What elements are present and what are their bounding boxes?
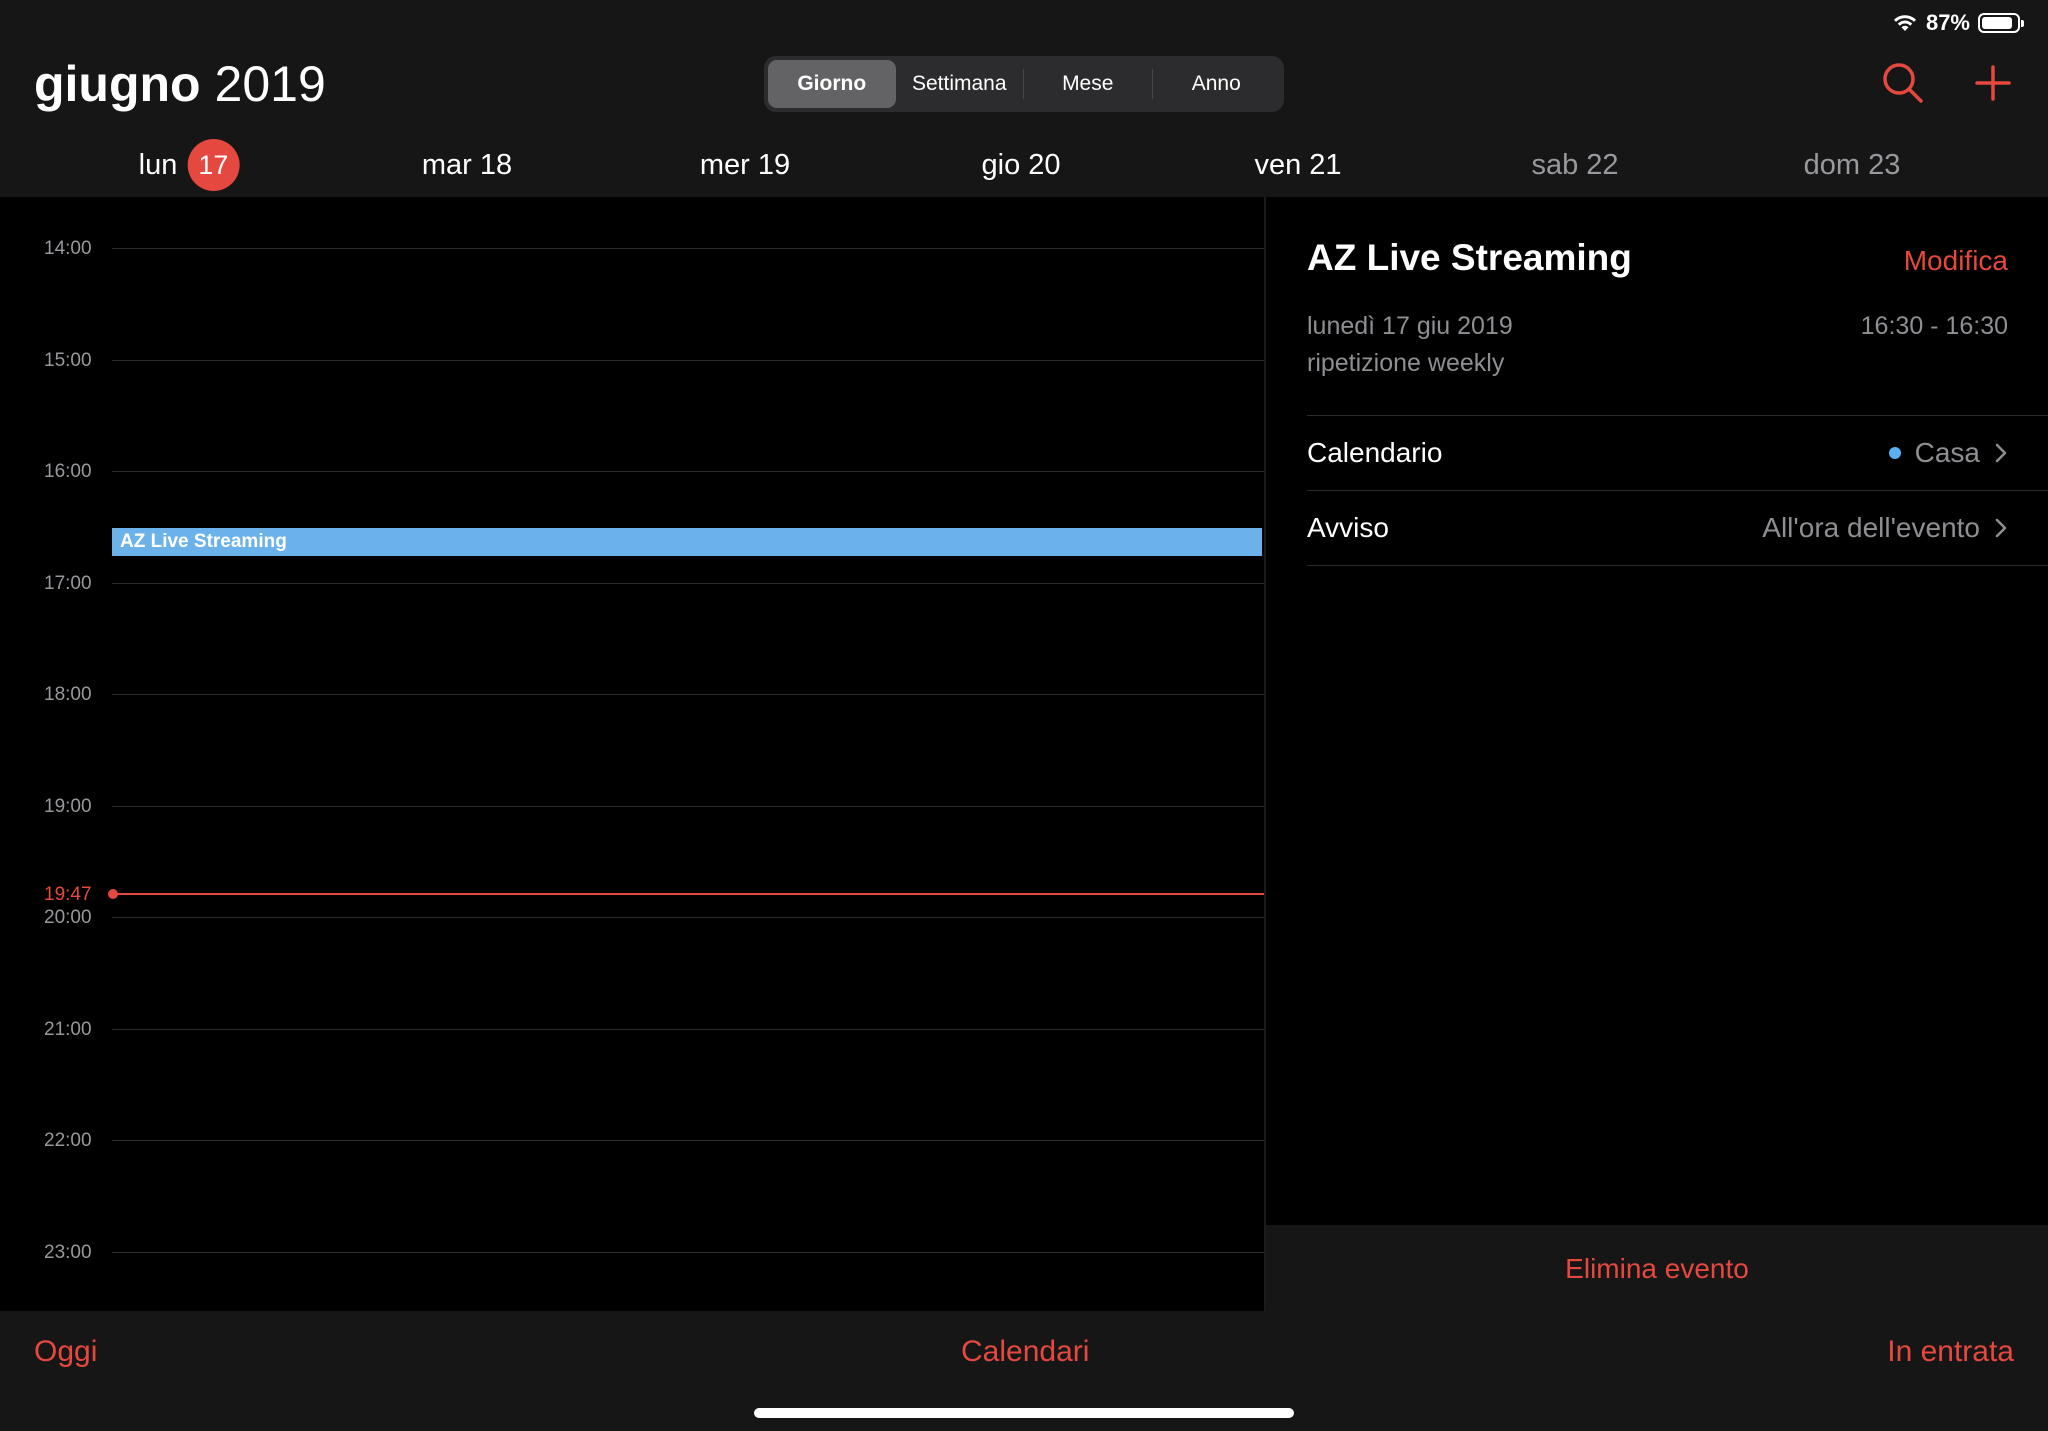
month-label: giugno (34, 56, 201, 112)
day-monday[interactable]: lun 17 (139, 135, 240, 195)
week-strip: lun 17 mar 18 mer 19 gio 20 ven 21 sab 2… (0, 135, 2048, 195)
delete-event-label: Elimina evento (1565, 1252, 1749, 1284)
hour-line (112, 360, 1264, 361)
hour-label: 17:00 (44, 573, 92, 594)
hour-row: 14:00 (0, 238, 1264, 259)
page-title: giugno 2019 (34, 54, 326, 114)
hour-line (112, 917, 1264, 918)
hour-line (112, 471, 1264, 472)
current-time-line (112, 893, 1264, 895)
event-block[interactable]: AZ Live Streaming (112, 528, 1262, 556)
hour-row: 18:00 (0, 684, 1264, 705)
hour-label: 15:00 (44, 350, 92, 371)
hour-line (112, 1140, 1264, 1141)
tab-day[interactable]: Giorno (768, 60, 896, 108)
hour-line (112, 1029, 1264, 1030)
delete-event-button[interactable]: Elimina evento (1266, 1226, 2048, 1311)
event-time: 16:30 - 16:30 (1860, 312, 2008, 340)
day-friday[interactable]: ven 21 (1254, 135, 1341, 195)
hour-line (112, 1252, 1264, 1253)
wifi-icon (1893, 15, 1916, 31)
alert-row[interactable]: Avviso All'ora dell'evento (1307, 491, 2008, 565)
tab-week[interactable]: Settimana (896, 60, 1024, 108)
tab-year[interactable]: Anno (1153, 60, 1281, 108)
inbox-button[interactable]: In entrata (1887, 1335, 2014, 1369)
hour-label: 21:00 (44, 1019, 92, 1040)
chevron-right-icon (1995, 443, 2007, 463)
event-detail-panel: AZ Live Streaming Modifica lunedì 17 giu… (1266, 197, 2048, 1225)
hour-label: 14:00 (44, 238, 92, 259)
hour-row: 21:00 (0, 1019, 1264, 1040)
home-indicator[interactable] (754, 1408, 1294, 1418)
chevron-right-icon (1995, 518, 2007, 538)
day-sunday[interactable]: dom 23 (1804, 135, 1901, 195)
edit-button[interactable]: Modifica (1904, 245, 2008, 277)
calendar-app: 87% giugno 2019 Giorno Settimana Mese An… (0, 0, 2048, 1431)
hour-label: 23:00 (44, 1242, 92, 1263)
hour-label: 18:00 (44, 684, 92, 705)
hour-row: 23:00 (0, 1242, 1264, 1263)
today-button[interactable]: Oggi (34, 1335, 97, 1369)
hour-row: 22:00 (0, 1130, 1264, 1151)
hour-label: 16:00 (44, 461, 92, 482)
view-switcher: Giorno Settimana Mese Anno (764, 56, 1284, 112)
hour-label: 20:00 (44, 907, 92, 928)
day-thursday[interactable]: gio 20 (981, 135, 1060, 195)
hour-line (112, 583, 1264, 584)
event-detail-title: AZ Live Streaming (1307, 237, 1632, 278)
divider (1307, 565, 2048, 566)
hour-row: 17:00 (0, 573, 1264, 594)
current-time-label: 19:47 (44, 884, 92, 905)
plus-icon[interactable] (1968, 58, 2018, 108)
hour-row: 16:00 (0, 461, 1264, 482)
day-tuesday[interactable]: mar 18 (422, 135, 512, 195)
search-icon[interactable] (1878, 58, 1928, 108)
hour-line (112, 806, 1264, 807)
calendar-row[interactable]: Calendario Casa (1307, 416, 2008, 490)
battery-percentage: 87% (1925, 10, 1970, 35)
alert-label: Avviso (1307, 512, 1389, 543)
hour-row: 20:00 (0, 907, 1264, 928)
today-badge: 17 (187, 139, 240, 191)
event-date: lunedì 17 giu 2019 (1307, 312, 1513, 340)
calendar-label: Calendario (1307, 437, 1443, 468)
hour-line (112, 694, 1264, 695)
calendars-button[interactable]: Calendari (961, 1335, 1089, 1369)
calendar-color-dot (1888, 447, 1901, 459)
event-repeat: ripetizione weekly (1307, 349, 1505, 377)
status-bar: 87% (1892, 8, 2024, 38)
battery-level (1982, 17, 2012, 29)
alert-value: All'ora dell'evento (1762, 512, 1980, 543)
day-wednesday[interactable]: mer 19 (700, 135, 790, 195)
hour-label: 19:00 (44, 796, 92, 817)
hour-row: 19:00 (0, 796, 1264, 817)
hour-label: 22:00 (44, 1130, 92, 1151)
day-label: lun (138, 148, 178, 181)
tab-month[interactable]: Mese (1024, 60, 1152, 108)
event-title: AZ Live Streaming (120, 531, 287, 552)
day-saturday[interactable]: sab 22 (1531, 135, 1618, 195)
hour-line (112, 248, 1264, 249)
year-label: 2019 (214, 56, 326, 112)
calendar-value: Casa (1914, 437, 1980, 468)
battery-icon (1978, 13, 2024, 33)
hour-row: 15:00 (0, 350, 1264, 371)
